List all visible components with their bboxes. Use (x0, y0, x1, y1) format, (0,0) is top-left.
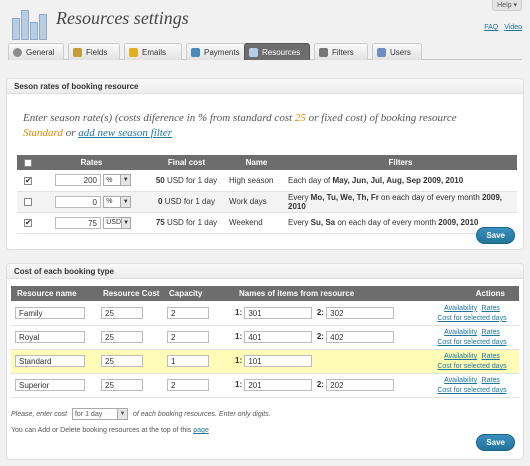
item-2-input[interactable]: 402 (326, 331, 395, 343)
add-delete-note: You can Add or Delete booking resources … (11, 427, 209, 434)
cost-selected-days-link[interactable]: Cost for selected days (437, 363, 506, 370)
tab-emails[interactable]: Emails (124, 43, 182, 60)
col-capacity: Capacity (163, 286, 231, 301)
item-1-input[interactable]: 101 (244, 355, 313, 367)
resource-name-input[interactable]: Family (15, 306, 85, 319)
cost-period-note: Please, enter cost for 1 day ▼ of each bo… (11, 408, 271, 420)
resource-cost-input[interactable]: 25 (101, 379, 143, 391)
rates-link[interactable]: Rates (482, 329, 500, 336)
tab-general[interactable]: General (8, 43, 64, 60)
season-name: Weekend (229, 212, 284, 234)
cost-selected-days-link[interactable]: Cost for selected days (437, 387, 506, 394)
resource-cost-input[interactable]: 25 (101, 306, 143, 319)
add-season-filter-link[interactable]: add new season filter (78, 127, 172, 139)
resource-name-input[interactable]: Royal (15, 331, 85, 343)
season-rates-heading: Seson rates of booking resource (7, 79, 523, 94)
cost-panel: Cost of each booking type Resource name … (6, 263, 524, 460)
rates-link[interactable]: Rates (482, 305, 500, 312)
rates-link[interactable]: Rates (482, 353, 500, 360)
capacity-input[interactable]: 2 (167, 379, 209, 391)
video-link[interactable]: Video (504, 24, 522, 31)
save-cost-button[interactable]: Save (476, 434, 515, 451)
item-2-input[interactable]: 302 (326, 306, 395, 319)
season-row: 75 USD▼ 75 USD for 1 day Weekend Every S… (17, 212, 517, 234)
season-row: 0 % ▼ 0 USD for 1 day Work days Every Mo,… (17, 191, 517, 213)
rate-input[interactable]: 75 (55, 216, 101, 229)
item-1-input[interactable]: 301 (244, 306, 313, 319)
resource-name-input[interactable]: Superior (15, 379, 85, 391)
resource-row: Family 25 2 1: 301 2: 302 Availability R… (11, 301, 519, 326)
item-1-input[interactable]: 401 (244, 331, 313, 343)
season-name: Work days (229, 191, 284, 213)
tab-resources[interactable]: Resources (244, 43, 310, 60)
payment-icon (191, 47, 200, 57)
settings-tabs: General Fields Emails Payments Resources… (8, 43, 522, 60)
col-item-names: Names of items from resource (231, 286, 421, 301)
col-actions: Actions (421, 286, 519, 301)
col-name: Name (229, 155, 284, 170)
col-filters: Filters (284, 155, 517, 170)
capacity-input[interactable]: 2 (167, 306, 209, 319)
resource-name-input[interactable]: Standard (15, 355, 85, 367)
resource-cost-input[interactable]: 25 (101, 331, 143, 343)
resources-page-link[interactable]: page (193, 427, 209, 434)
row-checkbox[interactable] (24, 218, 32, 227)
unit-select[interactable]: USD ▼ (103, 216, 132, 229)
col-rates: Rates (39, 155, 144, 170)
resources-icon (249, 47, 258, 57)
pencil-icon (73, 47, 82, 57)
season-rates-panel: Seson rates of booking resource Enter se… (6, 78, 524, 250)
capacity-input[interactable]: 1 (167, 355, 209, 367)
resource-cost-input[interactable]: 25 (101, 355, 143, 367)
faq-link[interactable]: FAQ (484, 24, 498, 31)
resources-logo-icon (10, 6, 48, 40)
gear-icon (13, 47, 22, 57)
season-name: High season (229, 170, 284, 192)
rates-link[interactable]: Rates (482, 377, 500, 384)
cost-period-select[interactable]: for 1 day ▼ (71, 408, 128, 420)
resource-row: Standard 25 1 1: 101 Availability Rates C… (11, 349, 519, 374)
availability-link[interactable]: Availability (444, 377, 477, 384)
cost-table: Resource name Resource Cost Capacity Nam… (11, 286, 519, 398)
capacity-input[interactable]: 2 (167, 331, 209, 343)
page-title: Resources settings (56, 8, 189, 28)
help-button[interactable]: Help ▾ (492, 0, 522, 11)
unit-select[interactable]: % ▼ (103, 195, 132, 208)
rate-input[interactable]: 0 (55, 195, 101, 208)
filter-icon (319, 47, 328, 57)
tab-filters[interactable]: Filters (314, 43, 368, 60)
row-checkbox[interactable] (24, 176, 32, 185)
col-final-cost: Final cost (144, 155, 229, 170)
resource-row: Superior 25 2 1: 201 2: 202 Availability… (11, 373, 519, 398)
envelope-icon (129, 47, 138, 57)
save-season-button[interactable]: Save (476, 227, 515, 244)
rate-input[interactable]: 200 (55, 174, 101, 187)
resource-row: Royal 25 2 1: 401 2: 402 Availability Ra… (11, 325, 519, 350)
select-all-checkbox[interactable] (24, 158, 32, 167)
users-icon (377, 47, 386, 57)
tab-fields[interactable]: Fields (68, 43, 120, 60)
availability-link[interactable]: Availability (444, 353, 477, 360)
season-rates-table: Rates Final cost Name Filters 200 %▼ 50 … (17, 155, 517, 234)
unit-select[interactable]: % ▼ (103, 174, 132, 187)
cost-selected-days-link[interactable]: Cost for selected days (437, 339, 506, 346)
item-2-input[interactable]: 202 (326, 379, 395, 391)
tab-users[interactable]: Users (372, 43, 422, 60)
availability-link[interactable]: Availability (444, 329, 477, 336)
season-row: 200 %▼ 50 USD for 1 day High season Each… (17, 170, 517, 192)
col-resource-cost: Resource Cost (97, 286, 163, 301)
row-checkbox[interactable] (24, 197, 32, 206)
col-resource-name: Resource name (11, 286, 97, 301)
cost-heading: Cost of each booking type (7, 264, 523, 279)
item-1-input[interactable]: 201 (244, 379, 313, 391)
availability-link[interactable]: Availability (444, 305, 477, 312)
season-rates-intro: Enter season rate(s) (costs diference in… (23, 112, 457, 139)
cost-selected-days-link[interactable]: Cost for selected days (437, 315, 506, 322)
